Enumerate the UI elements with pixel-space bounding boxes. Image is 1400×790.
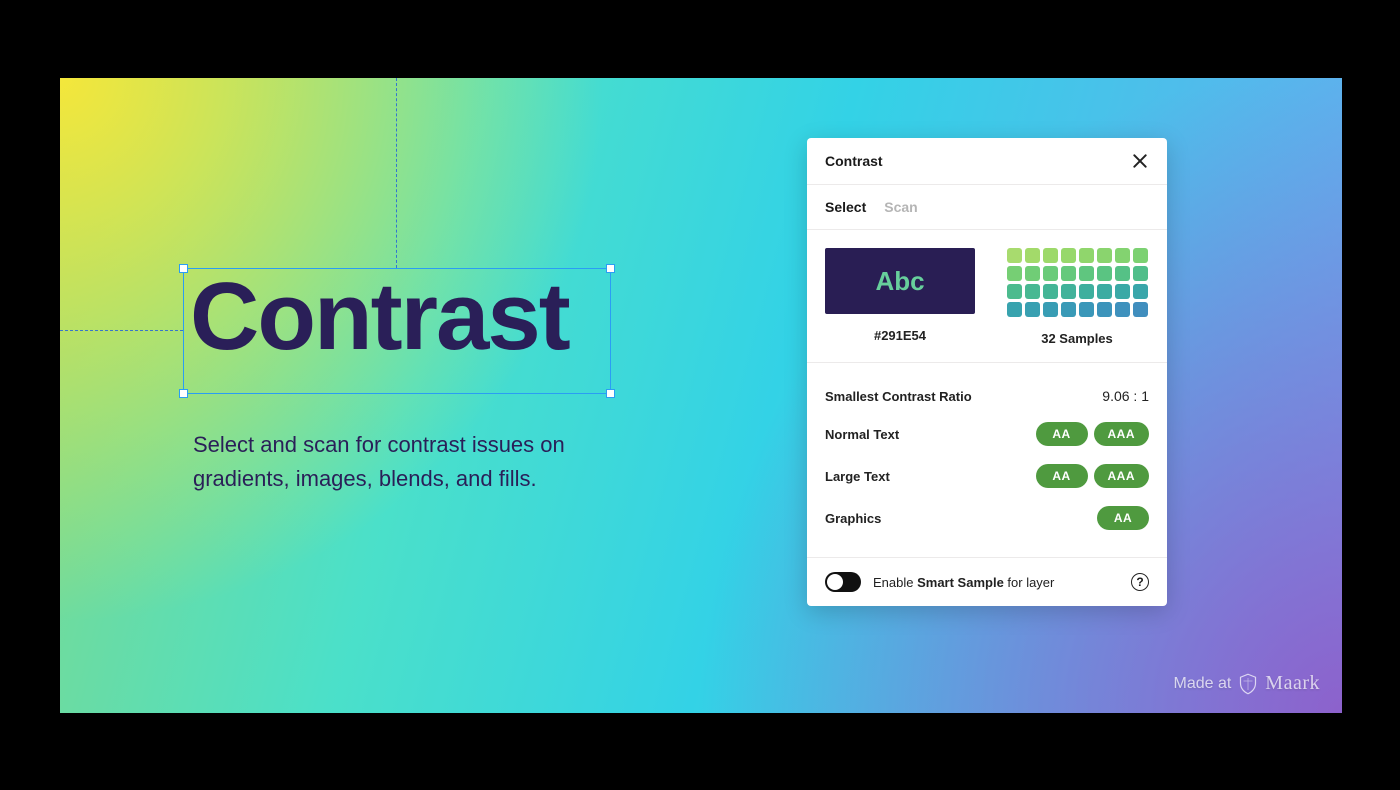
sample-cell[interactable] xyxy=(1133,302,1148,317)
panel-footer: Enable Smart Sample for layer ? xyxy=(807,558,1167,606)
compliance-pill: AAA xyxy=(1094,422,1150,446)
pill-group: AAAAA xyxy=(1036,464,1150,488)
sample-cell[interactable] xyxy=(1133,266,1148,281)
hero-subtitle[interactable]: Select and scan for contrast issues on g… xyxy=(193,428,643,496)
sample-cell[interactable] xyxy=(1061,302,1076,317)
sample-cell[interactable] xyxy=(1061,284,1076,299)
tab-scan[interactable]: Scan xyxy=(884,199,917,215)
contrast-panel: Contrast Select Scan Abc #291E54 32 Samp… xyxy=(807,138,1167,606)
compliance-pill: AA xyxy=(1097,506,1149,530)
sample-cell[interactable] xyxy=(1115,248,1130,263)
panel-title: Contrast xyxy=(825,153,883,169)
smart-sample-toggle[interactable] xyxy=(825,572,861,592)
alignment-guide-vertical xyxy=(396,78,397,268)
sample-cell[interactable] xyxy=(1079,266,1094,281)
pill-group: AAAAA xyxy=(1036,422,1150,446)
panel-tabs: Select Scan xyxy=(807,185,1167,230)
tab-select[interactable]: Select xyxy=(825,199,866,215)
sample-cell[interactable] xyxy=(1115,266,1130,281)
sample-cell[interactable] xyxy=(1025,302,1040,317)
resize-handle-bottom-left[interactable] xyxy=(179,389,188,398)
samples-grid xyxy=(1007,248,1148,317)
foreground-sample-text: Abc xyxy=(875,266,924,297)
samples-block: 32 Samples xyxy=(1005,248,1149,346)
shield-icon xyxy=(1239,673,1257,695)
smart-sample-label: Enable Smart Sample for layer xyxy=(873,575,1119,590)
foreground-block: Abc #291E54 xyxy=(825,248,975,343)
sample-cell[interactable] xyxy=(1025,266,1040,281)
sample-cell[interactable] xyxy=(1133,284,1148,299)
sample-cell[interactable] xyxy=(1079,284,1094,299)
compliance-label: Graphics xyxy=(825,511,881,526)
sample-cell[interactable] xyxy=(1007,284,1022,299)
sample-cell[interactable] xyxy=(1043,266,1058,281)
toggle-strong: Smart Sample xyxy=(917,575,1004,590)
sample-cell[interactable] xyxy=(1079,248,1094,263)
ratio-row: Smallest Contrast Ratio 9.06 : 1 xyxy=(825,379,1149,413)
design-canvas[interactable]: Contrast Select and scan for contrast is… xyxy=(60,78,1342,713)
resize-handle-bottom-right[interactable] xyxy=(606,389,615,398)
resize-handle-top-left[interactable] xyxy=(179,264,188,273)
sample-cell[interactable] xyxy=(1025,284,1040,299)
toggle-suffix: for layer xyxy=(1004,575,1055,590)
sample-cell[interactable] xyxy=(1079,302,1094,317)
sample-cell[interactable] xyxy=(1007,302,1022,317)
sample-cell[interactable] xyxy=(1043,248,1058,263)
app-frame: Contrast Select and scan for contrast is… xyxy=(0,0,1400,790)
pill-group: AA xyxy=(1097,506,1149,530)
compliance-pill: AA xyxy=(1036,422,1088,446)
alignment-guide-horizontal xyxy=(60,330,183,331)
ratio-value: 9.06 : 1 xyxy=(1102,388,1149,404)
credit-label: Made at Maark xyxy=(1173,672,1320,695)
foreground-hex: #291E54 xyxy=(874,328,926,343)
credit-prefix: Made at xyxy=(1173,675,1231,693)
sample-cell[interactable] xyxy=(1007,248,1022,263)
credit-brand: Maark xyxy=(1265,672,1320,695)
compliance-pill: AA xyxy=(1036,464,1088,488)
sample-cell[interactable] xyxy=(1115,284,1130,299)
sample-cell[interactable] xyxy=(1115,302,1130,317)
sample-cell[interactable] xyxy=(1097,284,1112,299)
resize-handle-top-right[interactable] xyxy=(606,264,615,273)
sample-cell[interactable] xyxy=(1043,284,1058,299)
sample-cell[interactable] xyxy=(1133,248,1148,263)
foreground-swatch[interactable]: Abc xyxy=(825,248,975,314)
hero-title[interactable]: Contrast xyxy=(190,262,569,372)
compliance-row: Graphics AA xyxy=(825,497,1149,539)
sample-cell[interactable] xyxy=(1007,266,1022,281)
sample-cell[interactable] xyxy=(1097,248,1112,263)
panel-header: Contrast xyxy=(807,138,1167,185)
sample-cell[interactable] xyxy=(1061,266,1076,281)
toggle-prefix: Enable xyxy=(873,575,917,590)
swatches-row: Abc #291E54 32 Samples xyxy=(807,230,1167,363)
compliance-pill: AAA xyxy=(1094,464,1150,488)
sample-cell[interactable] xyxy=(1097,302,1112,317)
sample-cell[interactable] xyxy=(1043,302,1058,317)
help-icon[interactable]: ? xyxy=(1131,573,1149,591)
compliance-label: Normal Text xyxy=(825,427,899,442)
compliance-row: Large Text AAAAA xyxy=(825,455,1149,497)
sample-cell[interactable] xyxy=(1061,248,1076,263)
sample-cell[interactable] xyxy=(1025,248,1040,263)
close-icon[interactable] xyxy=(1131,152,1149,170)
compliance-label: Large Text xyxy=(825,469,890,484)
ratio-label: Smallest Contrast Ratio xyxy=(825,389,972,404)
contrast-metrics: Smallest Contrast Ratio 9.06 : 1 Normal … xyxy=(807,363,1167,558)
samples-count: 32 Samples xyxy=(1041,331,1113,346)
compliance-row: Normal Text AAAAA xyxy=(825,413,1149,455)
sample-cell[interactable] xyxy=(1097,266,1112,281)
